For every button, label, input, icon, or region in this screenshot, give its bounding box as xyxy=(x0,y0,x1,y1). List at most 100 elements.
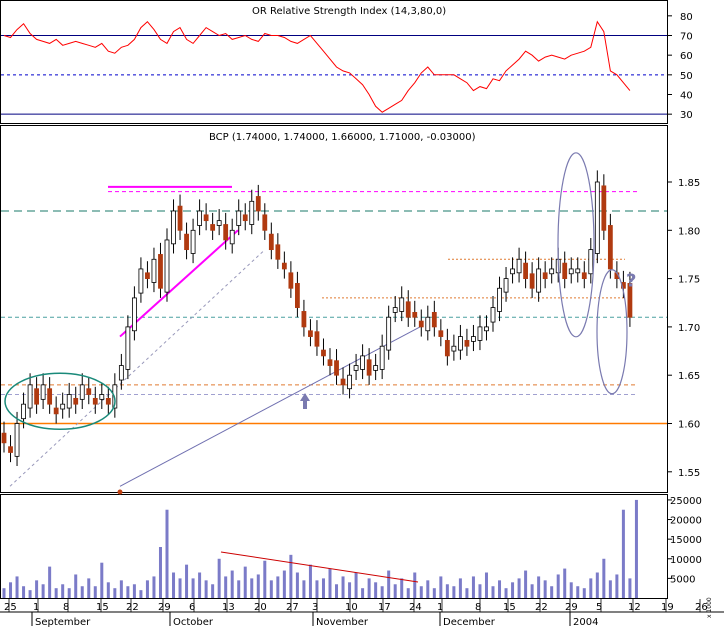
volume-bar xyxy=(550,586,554,598)
candle-body xyxy=(40,384,46,400)
volume-bar xyxy=(315,580,319,598)
volume-bar xyxy=(426,580,430,598)
volume-bar xyxy=(302,580,306,598)
candle-body xyxy=(255,196,261,212)
volume-bar xyxy=(530,584,534,598)
candle-body xyxy=(536,268,542,293)
volume-bar xyxy=(537,576,541,598)
volume-bar xyxy=(595,572,599,598)
volume-bar xyxy=(276,576,280,598)
candle-body xyxy=(229,229,235,245)
candle-body xyxy=(562,262,568,280)
volume-bar xyxy=(374,582,378,598)
price-tick-label: 1.70 xyxy=(678,323,700,334)
volume-bar xyxy=(113,588,117,598)
candle-body xyxy=(438,330,444,337)
candle-body xyxy=(405,301,411,318)
volume-bar xyxy=(198,572,202,598)
volume-bar xyxy=(237,580,241,598)
x-tick-label: 8 xyxy=(63,602,69,613)
candle-body xyxy=(471,336,476,342)
volume-bar xyxy=(172,572,176,598)
candle-body xyxy=(216,220,222,226)
x-tick-label: 12 xyxy=(628,602,641,613)
rsi-title: OR Relative Strength Index (14,3,80,0) xyxy=(252,6,446,17)
rsi-tick-label: 50 xyxy=(680,71,693,82)
candle-body xyxy=(125,326,131,370)
volume-bar xyxy=(152,576,156,598)
volume-tick-label: 20000 xyxy=(670,516,702,527)
candle-body xyxy=(353,365,359,371)
volume-bar xyxy=(439,576,443,598)
volume-bar xyxy=(393,584,397,598)
volume-bar xyxy=(211,584,215,598)
candle-body xyxy=(210,224,216,231)
volume-bar xyxy=(321,578,325,598)
candle-body xyxy=(203,214,209,222)
volume-bar xyxy=(556,574,560,598)
x-tick-label: 1 xyxy=(33,602,39,613)
candle-body xyxy=(171,210,176,245)
candle-body xyxy=(66,394,72,409)
volume-bar xyxy=(165,509,169,598)
candle-body xyxy=(392,307,398,313)
x-tick-label: 27 xyxy=(286,602,299,613)
volume-bar xyxy=(608,580,612,598)
candle-body xyxy=(418,320,424,328)
x-tick-label: 29 xyxy=(158,602,171,613)
candle-body xyxy=(21,403,26,420)
candle-body xyxy=(73,397,79,405)
candle-body xyxy=(60,403,66,410)
volume-bar xyxy=(387,570,391,598)
candle-body xyxy=(86,388,92,395)
volume-bar xyxy=(93,586,97,598)
candle-body xyxy=(47,388,53,405)
candle-body xyxy=(138,268,144,294)
price-tick-label: 1.75 xyxy=(678,275,700,286)
x-tick-label: 6 xyxy=(189,602,195,613)
x-month-label: November xyxy=(316,617,369,628)
volume-bar xyxy=(145,580,149,598)
candle-body xyxy=(523,262,528,280)
volume-bar xyxy=(119,580,123,598)
x-tick-label: 29 xyxy=(565,602,578,613)
candle-body xyxy=(379,345,385,370)
candle-body xyxy=(601,185,607,231)
volume-bar xyxy=(452,586,456,598)
candle-body xyxy=(549,268,555,275)
candle-body xyxy=(386,316,392,351)
candle-body xyxy=(594,181,600,254)
x-tick-label: 25 xyxy=(4,602,17,613)
candle-body xyxy=(151,258,157,283)
volume-bar xyxy=(308,564,312,598)
volume-bar xyxy=(22,586,26,598)
candle-body xyxy=(177,205,183,231)
volume-bar xyxy=(458,578,462,598)
candle-body xyxy=(99,394,105,400)
volume-bar xyxy=(419,586,423,598)
candle-body xyxy=(425,316,431,332)
volume-bar xyxy=(282,570,286,598)
rsi-tick-label: 40 xyxy=(680,91,693,102)
volume-bar xyxy=(341,576,345,598)
volume-bar xyxy=(621,509,625,598)
candle-body xyxy=(399,297,405,312)
candle-body xyxy=(373,365,379,371)
volume-bar xyxy=(295,572,299,598)
candle-body xyxy=(268,233,274,251)
candle-body xyxy=(308,330,313,337)
x-tick-label: 24 xyxy=(409,602,422,613)
volume-bar xyxy=(445,584,449,598)
volume-bar xyxy=(256,574,260,598)
volume-bar xyxy=(628,578,632,598)
volume-bar xyxy=(250,578,254,598)
x-tick-label: 15 xyxy=(96,602,109,613)
volume-bar xyxy=(126,586,130,598)
volume-bar xyxy=(335,584,339,598)
volume-bar xyxy=(263,560,267,598)
volume-bar xyxy=(406,588,410,598)
volume-bar xyxy=(328,568,332,598)
volume-bar xyxy=(9,582,13,598)
volume-bar xyxy=(354,572,358,598)
x-tick-label: 19 xyxy=(661,602,674,613)
